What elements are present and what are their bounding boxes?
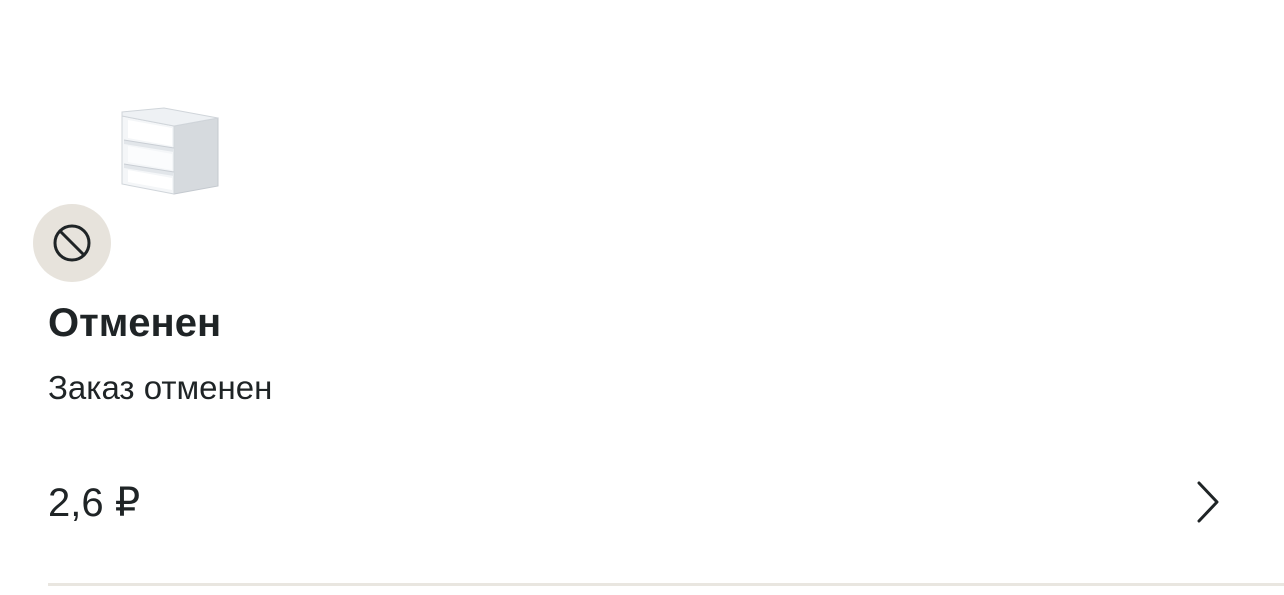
cancel-icon	[53, 224, 91, 262]
status-subtitle: Заказ отменен	[48, 369, 273, 406]
divider	[48, 583, 1284, 586]
chevron-right-icon[interactable]	[1190, 478, 1226, 526]
status-badge	[33, 204, 111, 282]
order-card[interactable]: Отменен Заказ отменен 2,6 ₽	[0, 0, 1284, 595]
status-title: Отменен	[48, 301, 222, 345]
product-thumbnail	[121, 107, 219, 195]
order-price: 2,6 ₽	[48, 481, 141, 525]
